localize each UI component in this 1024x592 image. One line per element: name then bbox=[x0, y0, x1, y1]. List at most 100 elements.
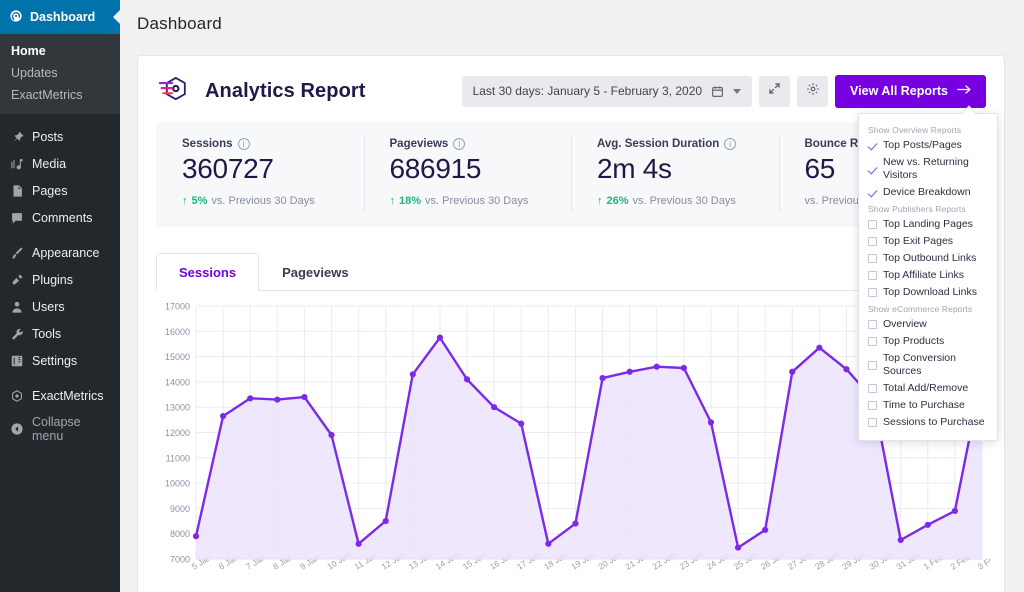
dropdown-item-top-landing-pages[interactable]: Top Landing Pages bbox=[859, 216, 997, 233]
dropdown-item-label: Top Download Links bbox=[883, 286, 977, 299]
checkbox-icon[interactable] bbox=[868, 237, 877, 246]
dropdown-group-heading: Show Overview Reports bbox=[859, 122, 997, 137]
stat-delta-value: 26% bbox=[607, 195, 629, 207]
svg-text:10000: 10000 bbox=[165, 479, 190, 489]
checkbox-icon[interactable] bbox=[868, 337, 877, 346]
dropdown-item-label: Total Add/Remove bbox=[883, 382, 968, 395]
sidebar-item-dashboard[interactable]: Dashboard bbox=[0, 0, 120, 34]
checkbox-icon[interactable] bbox=[868, 254, 877, 263]
stat-label-text: Pageviews bbox=[390, 138, 449, 150]
checkbox-icon[interactable] bbox=[868, 288, 877, 297]
report-toolbar: Last 30 days: January 5 - February 3, 20… bbox=[462, 75, 986, 108]
sidebar-item-comments[interactable]: Comments bbox=[0, 204, 120, 231]
dropdown-item-top-exit-pages[interactable]: Top Exit Pages bbox=[859, 233, 997, 250]
info-icon[interactable]: i bbox=[453, 138, 465, 150]
stat-label: Pageviews i bbox=[390, 138, 572, 150]
stat-label-text: Avg. Session Duration bbox=[597, 138, 719, 150]
dropdown-item-total-add-remove[interactable]: Total Add/Remove bbox=[859, 380, 997, 397]
checkbox-checked-icon[interactable] bbox=[868, 141, 877, 150]
stat-delta: ↑ 18% vs. Previous 30 Days bbox=[390, 195, 572, 207]
tab-pageviews[interactable]: Pageviews bbox=[259, 253, 372, 291]
sidebar-item-tools[interactable]: Tools bbox=[0, 320, 120, 347]
svg-text:8000: 8000 bbox=[170, 529, 190, 539]
dropdown-item-top-posts-pages[interactable]: Top Posts/Pages bbox=[859, 137, 997, 154]
dropdown-item-new-vs-returning-visitors[interactable]: New vs. Returning Visitors bbox=[859, 154, 997, 184]
stat-value: 360727 bbox=[182, 153, 364, 185]
stat-card-pageviews: Pageviews i 686915 ↑ 18% vs. Previous 30… bbox=[364, 122, 572, 227]
sidebar-item-pages[interactable]: Pages bbox=[0, 177, 120, 204]
trend-up-icon: ↑ bbox=[390, 195, 396, 207]
sidebar-subitem-home[interactable]: Home bbox=[0, 40, 120, 62]
sidebar-item-exactmetrics[interactable]: ExactMetrics bbox=[0, 382, 120, 409]
sidebar-item-appearance[interactable]: Appearance bbox=[0, 239, 120, 266]
gear-icon bbox=[806, 82, 820, 101]
calendar-icon bbox=[711, 85, 724, 98]
date-range-label: Last 30 days: January 5 - February 3, 20… bbox=[473, 84, 702, 98]
sidebar-divider-2 bbox=[0, 231, 120, 239]
sidebar-item-collapse-menu[interactable]: Collapse menu bbox=[0, 409, 120, 449]
sidebar-item-comments-label: Comments bbox=[32, 211, 92, 225]
checkbox-icon[interactable] bbox=[868, 418, 877, 427]
sidebar-item-users[interactable]: Users bbox=[0, 293, 120, 320]
settings-icon bbox=[9, 353, 24, 368]
dropdown-item-label: Top Products bbox=[883, 335, 944, 348]
svg-text:11000: 11000 bbox=[166, 453, 190, 463]
sidebar-item-users-label: Users bbox=[32, 300, 65, 314]
checkbox-checked-icon[interactable] bbox=[868, 188, 877, 197]
sidebar-item-settings[interactable]: Settings bbox=[0, 347, 120, 374]
report-title: Analytics Report bbox=[205, 80, 366, 103]
svg-text:16000: 16000 bbox=[165, 327, 190, 337]
date-range-picker[interactable]: Last 30 days: January 5 - February 3, 20… bbox=[462, 76, 752, 107]
view-all-reports-button[interactable]: View All Reports bbox=[835, 75, 986, 108]
trend-up-icon: ↑ bbox=[182, 195, 188, 207]
stat-card-avg-session-duration: Avg. Session Duration i 2m 4s ↑ 26% vs. … bbox=[571, 122, 779, 227]
dropdown-item-top-conversion-sources[interactable]: Top Conversion Sources bbox=[859, 350, 997, 380]
sidebar-subitem-updates[interactable]: Updates bbox=[0, 62, 120, 84]
checkbox-icon[interactable] bbox=[868, 361, 877, 370]
exactmetrics-logo-icon bbox=[156, 73, 192, 109]
dropdown-item-time-to-purchase[interactable]: Time to Purchase bbox=[859, 397, 997, 414]
checkbox-icon[interactable] bbox=[868, 220, 877, 229]
stat-value: 686915 bbox=[390, 153, 572, 185]
sidebar-item-plugins[interactable]: Plugins bbox=[0, 266, 120, 293]
checkbox-icon[interactable] bbox=[868, 401, 877, 410]
sidebar-item-settings-label: Settings bbox=[32, 354, 77, 368]
dashboard-icon bbox=[9, 9, 23, 26]
stat-delta-value: 5% bbox=[192, 195, 208, 207]
dropdown-item-top-products[interactable]: Top Products bbox=[859, 333, 997, 350]
tab-sessions[interactable]: Sessions bbox=[156, 253, 259, 291]
dropdown-item-label: Device Breakdown bbox=[883, 186, 971, 199]
dropdown-item-label: Top Conversion Sources bbox=[883, 352, 988, 378]
dropdown-item-top-outbound-links[interactable]: Top Outbound Links bbox=[859, 250, 997, 267]
expand-button[interactable] bbox=[759, 76, 790, 107]
plug-icon bbox=[9, 272, 24, 287]
sidebar-item-pages-label: Pages bbox=[32, 184, 67, 198]
pin-icon bbox=[9, 129, 24, 144]
stat-label: Sessions i bbox=[182, 138, 364, 150]
info-icon[interactable]: i bbox=[724, 138, 736, 150]
dropdown-item-top-affiliate-links[interactable]: Top Affiliate Links bbox=[859, 267, 997, 284]
checkbox-checked-icon[interactable] bbox=[868, 165, 877, 174]
dropdown-item-label: Top Outbound Links bbox=[883, 252, 976, 265]
stat-delta-note: vs. Previous 30 Days bbox=[633, 195, 736, 207]
report-settings-button[interactable] bbox=[797, 76, 828, 107]
dropdown-item-sessions-to-purchase[interactable]: Sessions to Purchase bbox=[859, 414, 997, 431]
checkbox-icon[interactable] bbox=[868, 384, 877, 393]
sidebar-item-media[interactable]: Media bbox=[0, 150, 120, 177]
sidebar-item-collapse-menu-label: Collapse menu bbox=[32, 415, 111, 443]
dropdown-item-label: New vs. Returning Visitors bbox=[883, 156, 988, 182]
checkbox-icon[interactable] bbox=[868, 271, 877, 280]
sidebar-subitem-exactmetrics[interactable]: ExactMetrics bbox=[0, 84, 120, 106]
dropdown-item-device-breakdown[interactable]: Device Breakdown bbox=[859, 184, 997, 201]
checkbox-icon[interactable] bbox=[868, 320, 877, 329]
dropdown-item-overview[interactable]: Overview bbox=[859, 316, 997, 333]
exactmetrics-icon bbox=[9, 388, 24, 403]
wp-admin-sidebar: Dashboard Home Updates ExactMetrics Post… bbox=[0, 0, 120, 592]
sidebar-item-media-label: Media bbox=[32, 157, 66, 171]
dropdown-item-top-download-links[interactable]: Top Download Links bbox=[859, 284, 997, 301]
pages-icon bbox=[9, 183, 24, 198]
svg-text:7000: 7000 bbox=[170, 555, 190, 565]
info-icon[interactable]: i bbox=[238, 138, 250, 150]
sidebar-item-posts[interactable]: Posts bbox=[0, 123, 120, 150]
dropdown-group-publishers: Show Publishers Reports Top Landing Page… bbox=[859, 201, 997, 301]
